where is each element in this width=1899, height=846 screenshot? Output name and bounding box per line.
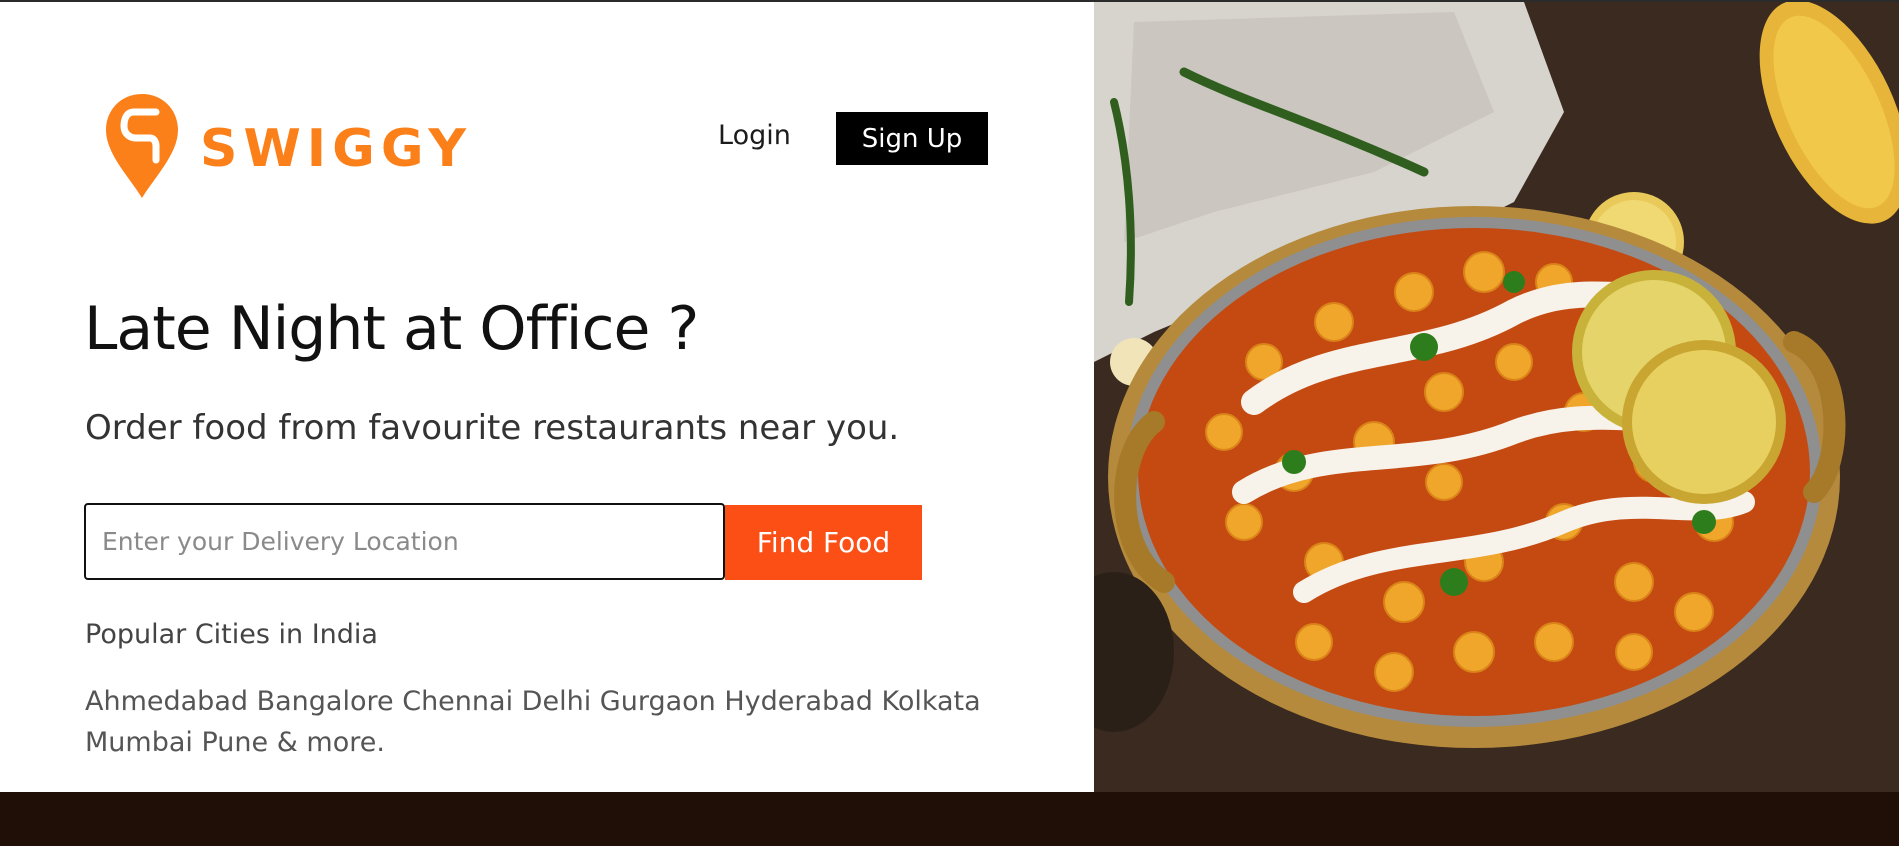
swiggy-pin-logo-icon xyxy=(106,94,178,198)
city-link-kolkata[interactable]: Kolkata xyxy=(881,686,980,717)
footer-band xyxy=(0,792,1899,846)
more-cities-link[interactable]: & more. xyxy=(277,727,385,758)
hero-food-image xyxy=(1094,2,1899,792)
hero-headline: Late Night at Office ? xyxy=(84,294,699,364)
hero-left-panel: SWIGGY Login Sign Up Late Night at Offic… xyxy=(0,2,1094,792)
brand-wordmark: SWIGGY xyxy=(200,119,473,179)
city-link-bangalore[interactable]: Bangalore xyxy=(257,686,394,717)
city-link-hyderabad[interactable]: Hyderabad xyxy=(724,686,873,717)
delivery-location-input[interactable] xyxy=(84,503,725,580)
popular-cities-title: Popular Cities in India xyxy=(85,619,378,650)
city-link-gurgaon[interactable]: Gurgaon xyxy=(600,686,716,717)
city-link-mumbai[interactable]: Mumbai xyxy=(85,727,193,758)
hero-subheadline: Order food from favourite restaurants ne… xyxy=(85,408,900,448)
city-link-chennai[interactable]: Chennai xyxy=(402,686,513,717)
find-food-button[interactable]: Find Food xyxy=(725,505,922,580)
city-link-ahmedabad[interactable]: Ahmedabad xyxy=(85,686,248,717)
city-link-pune[interactable]: Pune xyxy=(202,727,269,758)
popular-cities-list-continued: Mumbai Pune & more. xyxy=(85,722,1045,763)
login-link[interactable]: Login xyxy=(718,120,791,151)
city-link-delhi[interactable]: Delhi xyxy=(522,686,592,717)
food-dish-illustration xyxy=(1094,2,1899,792)
brand-logo[interactable]: SWIGGY xyxy=(104,94,472,204)
signup-button[interactable]: Sign Up xyxy=(836,112,988,165)
popular-cities-list: Ahmedabad Bangalore Chennai Delhi Gurgao… xyxy=(85,681,1045,722)
